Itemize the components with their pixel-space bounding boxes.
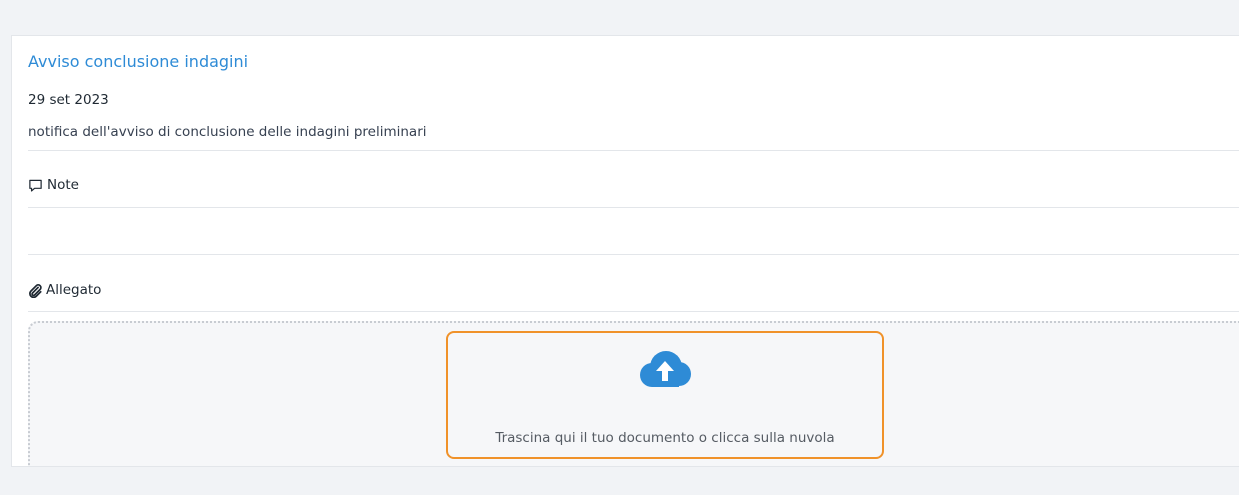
upload-target[interactable]: Trascina qui il tuo documento o clicca s… xyxy=(446,331,884,459)
notes-field[interactable] xyxy=(28,208,1239,253)
dropzone-instructions: Trascina qui il tuo documento o clicca s… xyxy=(495,430,835,446)
cloud-upload-icon[interactable] xyxy=(636,347,694,395)
divider xyxy=(28,150,1239,151)
comment-icon xyxy=(28,178,43,193)
paperclip-icon xyxy=(28,283,42,298)
divider xyxy=(28,311,1239,312)
card-title[interactable]: Avviso conclusione indagini xyxy=(28,52,248,71)
attachment-section-header: Allegato xyxy=(28,282,101,298)
notes-section-header: Note xyxy=(28,177,79,193)
card-description: notifica dell'avviso di conclusione dell… xyxy=(28,124,427,140)
divider xyxy=(28,254,1239,255)
attachment-label: Allegato xyxy=(46,282,102,298)
notes-label: Note xyxy=(47,177,79,193)
card-pointer xyxy=(0,58,9,78)
event-card: Avviso conclusione indagini 29 set 2023 … xyxy=(11,35,1239,467)
card-date: 29 set 2023 xyxy=(28,92,109,108)
